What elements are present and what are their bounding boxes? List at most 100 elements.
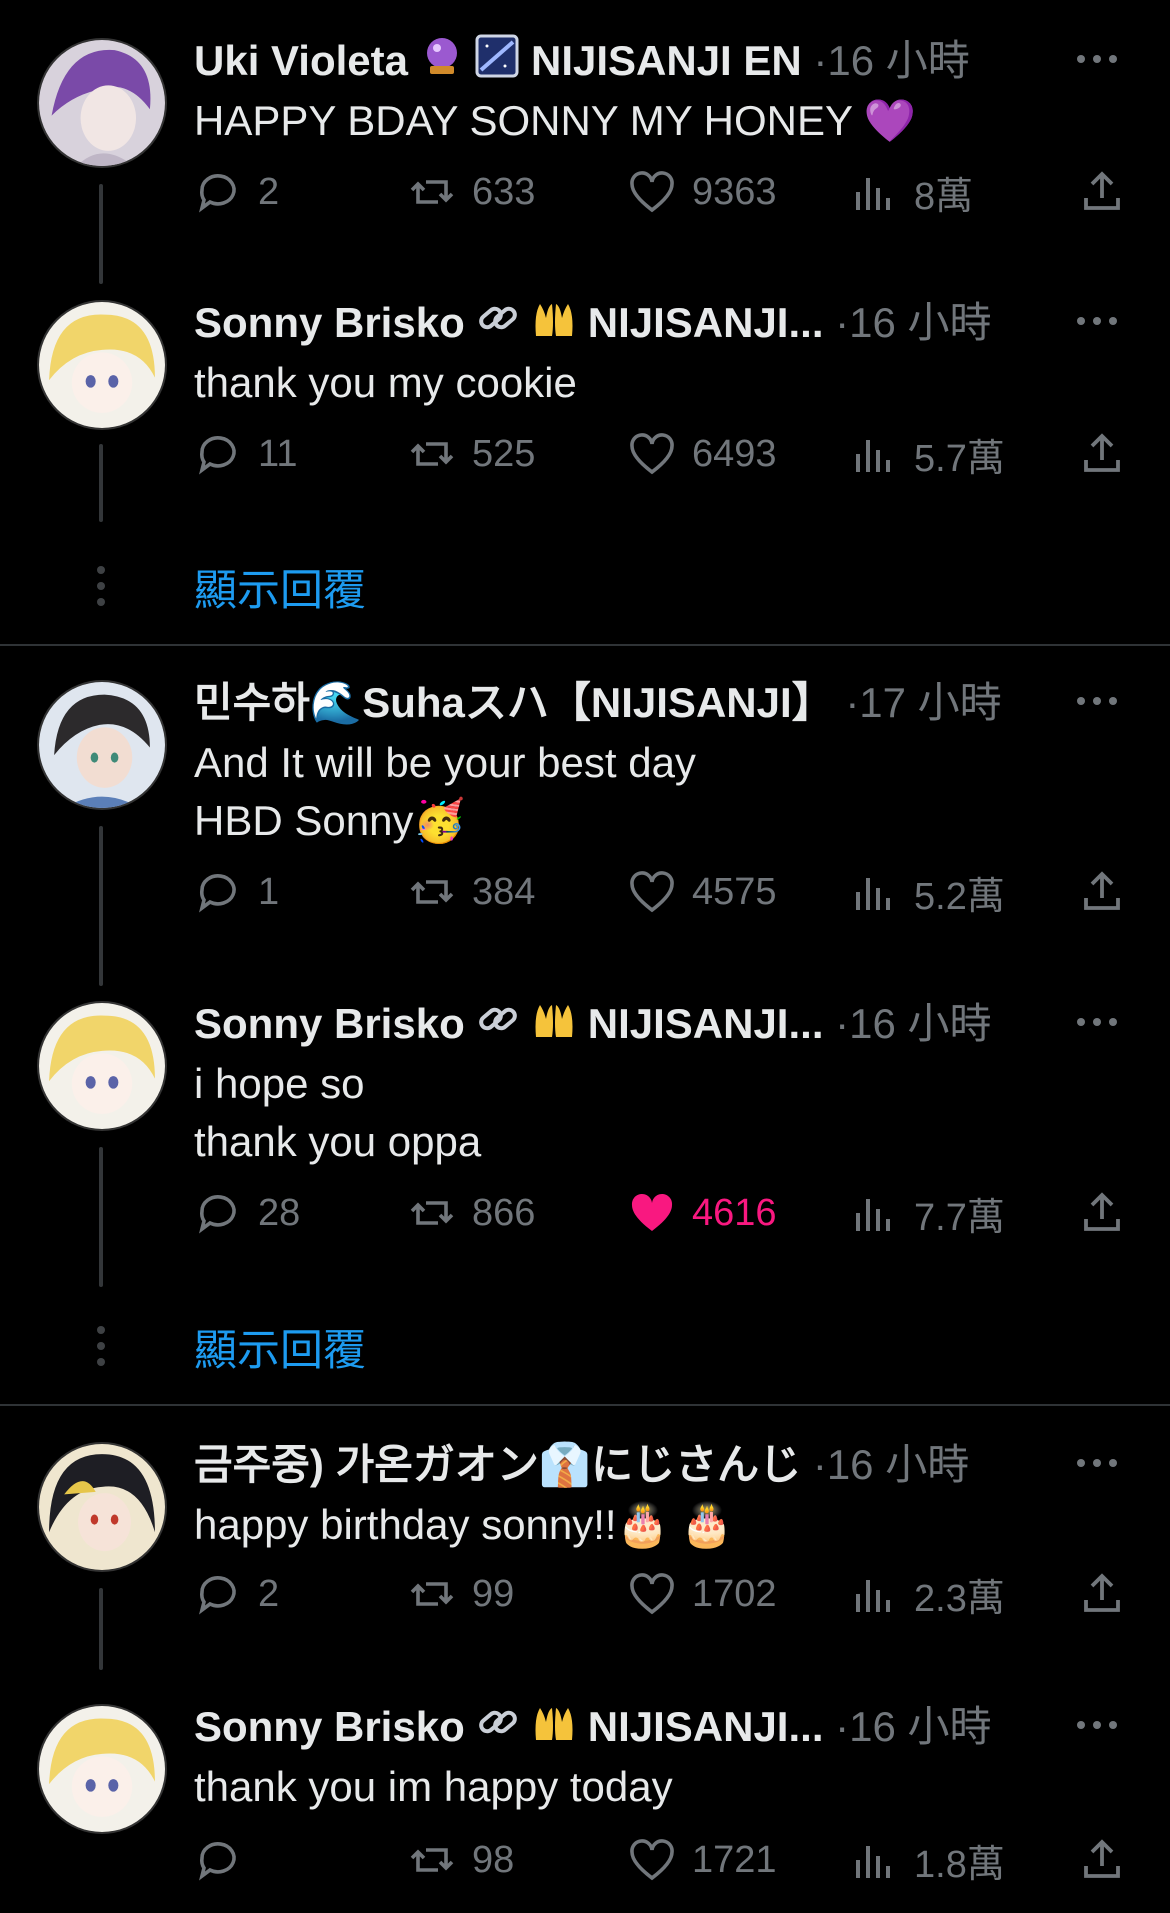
reply-icon <box>199 1576 236 1615</box>
tweet[interactable]: 금주중) 가온ガオン👔にじさんじ ·16 小時 happy birthday s… <box>0 1434 1170 1674</box>
reply-button[interactable]: 28 <box>194 1183 300 1243</box>
more-options-icon[interactable] <box>1074 1710 1120 1740</box>
views-count: 5.2萬 <box>914 875 1005 918</box>
more-options-icon[interactable] <box>1074 686 1120 716</box>
author-name[interactable]: 금주중) 가온ガオン👔にじさんじ <box>194 1441 801 1488</box>
thread-ellipsis <box>97 1326 105 1374</box>
retweet-button[interactable]: 525 <box>408 424 535 484</box>
share-icon <box>1084 871 1120 910</box>
action-bar: 28 866 4616 7.7萬 <box>194 1183 1120 1243</box>
author-name[interactable]: Sonny Brisko <box>194 299 465 346</box>
retweet-count: 633 <box>472 170 536 213</box>
link-icon <box>476 996 520 1055</box>
share-button[interactable] <box>1078 862 1126 922</box>
timestamp[interactable]: ·16 小時 <box>835 1000 991 1047</box>
more-options-icon[interactable] <box>1074 306 1120 336</box>
more-options-icon[interactable] <box>1074 44 1120 74</box>
views-button[interactable]: 2.3萬 <box>850 1564 1005 1624</box>
retweet-button[interactable]: 633 <box>408 162 535 222</box>
retweet-button[interactable]: 384 <box>408 862 535 922</box>
reply-icon <box>199 1195 236 1234</box>
like-button[interactable]: 9363 <box>628 162 777 222</box>
reply-button[interactable]: 2 <box>194 1564 279 1624</box>
tweet-header: Sonny Brisko NIJISANJI... ·16 小時 <box>194 1696 1080 1758</box>
avatar[interactable] <box>37 300 167 430</box>
raising-hands-icon <box>532 295 576 354</box>
avatar[interactable] <box>37 1704 167 1834</box>
retweet-icon <box>410 1848 454 1872</box>
retweet-icon <box>410 180 454 204</box>
action-bar: 1 384 4575 5.2萬 <box>194 862 1120 922</box>
thread-line <box>99 826 103 986</box>
views-icon <box>856 1846 890 1878</box>
milky-way-icon <box>475 33 519 92</box>
raising-hands-icon <box>532 996 576 1055</box>
tweet-text: i hope so thank you oppa <box>194 1060 482 1165</box>
tweet-header: 민수하🌊Suhaスハ【NIJISANJI】 ·17 小時 <box>194 672 1080 734</box>
author-name[interactable]: 민수하🌊Suhaスハ【NIJISANJI】 <box>194 679 834 726</box>
timestamp[interactable]: ·16 小時 <box>835 299 991 346</box>
like-button[interactable]: 4575 <box>628 862 777 922</box>
share-button[interactable] <box>1078 1830 1126 1890</box>
like-button[interactable]: 6493 <box>628 424 777 484</box>
tweet-text: thank you im happy today <box>194 1763 673 1810</box>
share-button[interactable] <box>1078 162 1126 222</box>
avatar[interactable] <box>37 680 167 810</box>
author-name[interactable]: Sonny Brisko <box>194 1703 465 1750</box>
timestamp[interactable]: ·16 小時 <box>813 1441 969 1488</box>
more-options-icon[interactable] <box>1074 1448 1120 1478</box>
more-options-icon[interactable] <box>1074 1007 1120 1037</box>
retweet-count: 384 <box>472 870 536 913</box>
views-button[interactable]: 1.8萬 <box>850 1830 1005 1890</box>
retweet-button[interactable]: 98 <box>408 1830 514 1890</box>
timestamp[interactable]: ·16 小時 <box>835 1703 991 1750</box>
heart-icon <box>630 871 674 913</box>
crystal-ball-icon <box>420 33 464 92</box>
tweet[interactable]: Sonny Brisko NIJISANJI... ·16 小時 i hope … <box>0 993 1170 1293</box>
thread-line <box>99 444 103 522</box>
author-name[interactable]: Sonny Brisko <box>194 1000 465 1047</box>
tweet[interactable]: Sonny Brisko NIJISANJI... ·16 小時 thank y… <box>0 1696 1170 1913</box>
views-count: 1.8萬 <box>914 1843 1005 1886</box>
tweet[interactable]: Sonny Brisko NIJISANJI... ·16 小時 thank y… <box>0 292 1170 532</box>
reply-button[interactable]: 2 <box>194 162 279 222</box>
tweet[interactable]: Uki Violeta NIJISANJI EN ·16 小時 HAPPY BD… <box>0 30 1170 284</box>
share-button[interactable] <box>1078 1564 1126 1624</box>
views-button[interactable]: 7.7萬 <box>850 1183 1005 1243</box>
views-icon <box>856 1199 890 1231</box>
views-icon <box>856 878 890 910</box>
reply-button[interactable] <box>194 1830 258 1890</box>
like-count: 9363 <box>692 170 777 213</box>
like-button[interactable]: 4616 <box>628 1183 777 1243</box>
like-button[interactable]: 1702 <box>628 1564 777 1624</box>
tweet[interactable]: 민수하🌊Suhaスハ【NIJISANJI】 ·17 小時 And It will… <box>0 672 1170 986</box>
share-button[interactable] <box>1078 1183 1126 1243</box>
avatar[interactable] <box>37 1001 167 1131</box>
tweet-text: And It will be your best day HBD Sonny🥳 <box>194 739 696 844</box>
retweet-button[interactable]: 866 <box>408 1183 535 1243</box>
org-badge: NIJISANJI... <box>587 1703 824 1750</box>
heart-icon <box>630 1573 674 1615</box>
retweet-button[interactable]: 99 <box>408 1564 514 1624</box>
views-count: 7.7萬 <box>914 1196 1005 1239</box>
reply-button[interactable]: 1 <box>194 862 279 922</box>
avatar[interactable] <box>37 1442 167 1572</box>
tweet-header: Sonny Brisko NIJISANJI... ·16 小時 <box>194 292 1080 354</box>
heart-icon <box>630 171 674 213</box>
views-button[interactable]: 8萬 <box>850 162 973 222</box>
share-button[interactable] <box>1078 424 1126 484</box>
avatar[interactable] <box>37 38 167 168</box>
link-icon <box>476 1699 520 1758</box>
like-button[interactable]: 1721 <box>628 1830 777 1890</box>
show-replies-link[interactable]: 顯示回覆 <box>194 1316 366 1378</box>
reply-button[interactable]: 11 <box>194 424 297 484</box>
thread-line <box>99 184 103 284</box>
show-replies-link[interactable]: 顯示回覆 <box>194 556 366 618</box>
timestamp[interactable]: ·16 小時 <box>813 37 969 84</box>
views-button[interactable]: 5.7萬 <box>850 424 1005 484</box>
share-icon <box>1084 1839 1120 1878</box>
views-button[interactable]: 5.2萬 <box>850 862 1005 922</box>
timestamp[interactable]: ·17 小時 <box>845 679 1001 726</box>
action-bar: 2 99 1702 2.3萬 <box>194 1564 1120 1624</box>
author-name[interactable]: Uki Violeta <box>194 37 408 84</box>
